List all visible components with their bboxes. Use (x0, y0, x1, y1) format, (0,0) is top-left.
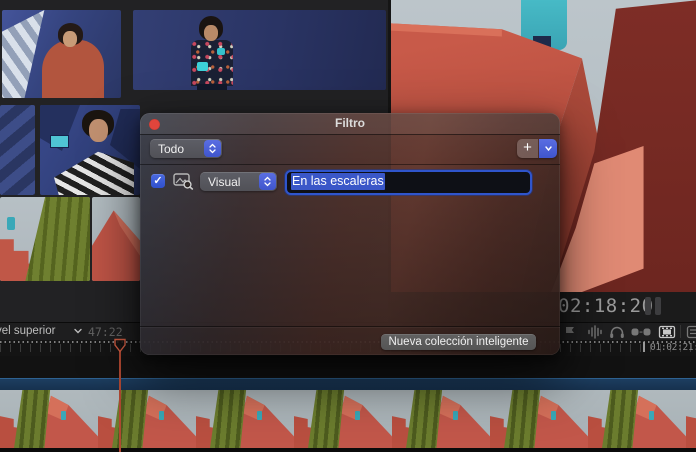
filter-text-input[interactable]: En las escaleras (285, 170, 532, 195)
timeline-bottom-strip (0, 448, 696, 452)
selected-text: En las escaleras (291, 173, 385, 190)
ruler-timecode-label: 01:02:21:00 (650, 342, 696, 353)
timeline-filmstrip[interactable] (0, 390, 696, 448)
playhead-line[interactable] (119, 351, 121, 452)
filmstrip-frame (686, 390, 696, 448)
new-smart-collection-button[interactable]: Nueva colección inteligente (381, 334, 536, 350)
filter-rule-row: ✓ Visual En las escaleras (140, 164, 560, 202)
clip-art (50, 135, 69, 148)
chevron-down-icon (544, 144, 553, 153)
chevron-down-icon (73, 326, 83, 336)
clip-art (42, 40, 104, 98)
playhead-icon[interactable] (112, 338, 128, 353)
clip-art (204, 25, 218, 41)
browser-clip-cactus[interactable] (0, 197, 90, 281)
scope-popup[interactable]: Todo (150, 139, 222, 158)
filmstrip-frame (392, 390, 490, 448)
browser-clip-stairs-person[interactable] (2, 10, 121, 98)
image-search-icon (173, 172, 194, 190)
chevron-up-down-icon (259, 173, 276, 190)
browser-clip-blue-stairs[interactable] (0, 105, 35, 195)
level-nav-button[interactable]: vel superior (0, 325, 55, 337)
add-rule-button[interactable]: + (517, 139, 538, 158)
pause-bars-icon (655, 297, 661, 315)
criterion-type-value: Visual (208, 175, 240, 189)
clip-art (89, 119, 108, 142)
pause-bars-icon (645, 297, 651, 315)
clip-art (197, 84, 227, 90)
rule-checkbox[interactable]: ✓ (151, 174, 165, 188)
toolbar-icon-group (560, 323, 696, 341)
audio-waveform-icon[interactable] (586, 324, 604, 340)
clip-art (54, 149, 134, 195)
clip-art (7, 217, 15, 230)
fcp-main-window: 02:18:20 vel superior 47:22 (0, 0, 696, 452)
flag-icon[interactable] (562, 324, 580, 340)
filmstrip-frame (490, 390, 588, 448)
scope-popup-value: Todo (158, 142, 184, 156)
toolbar-divider (680, 325, 681, 338)
filmstrip-frame (196, 390, 294, 448)
clip-art (63, 31, 77, 47)
browser-clip-standing-person[interactable] (133, 10, 386, 90)
ruler-mark (643, 342, 645, 352)
filmstrip-frame (0, 390, 98, 448)
timeline-background (0, 356, 696, 378)
dialog-footer: Nueva colección inteligente (140, 326, 560, 356)
filmstrip-frame (588, 390, 686, 448)
timecode-display: 02:18:20 (558, 295, 696, 317)
snapping-icon[interactable] (630, 324, 652, 340)
dialog-titlebar[interactable]: Filtro (140, 113, 560, 135)
browser-clip-selfie-person[interactable] (40, 105, 140, 195)
add-rule-menu-button[interactable] (539, 139, 557, 158)
clip-art (197, 62, 208, 71)
filter-dialog: Filtro Todo + (140, 113, 560, 355)
clip-appearance-icon[interactable] (658, 324, 676, 340)
clip-duration-label: 47:22 (88, 325, 123, 339)
filmstrip-frame (98, 390, 196, 448)
criterion-type-popup[interactable]: Visual (200, 172, 277, 191)
scope-row: Todo + (140, 135, 560, 165)
chevron-up-down-icon (204, 140, 221, 157)
filmstrip-frame (294, 390, 392, 448)
clip-art (217, 48, 225, 55)
index-icon[interactable] (686, 324, 696, 340)
headphones-icon[interactable] (608, 324, 626, 340)
add-rule-group: + (517, 139, 557, 158)
browser-clip-red-pyramid[interactable] (92, 197, 140, 281)
clip-art (24, 197, 90, 281)
dialog-title: Filtro (140, 116, 560, 130)
